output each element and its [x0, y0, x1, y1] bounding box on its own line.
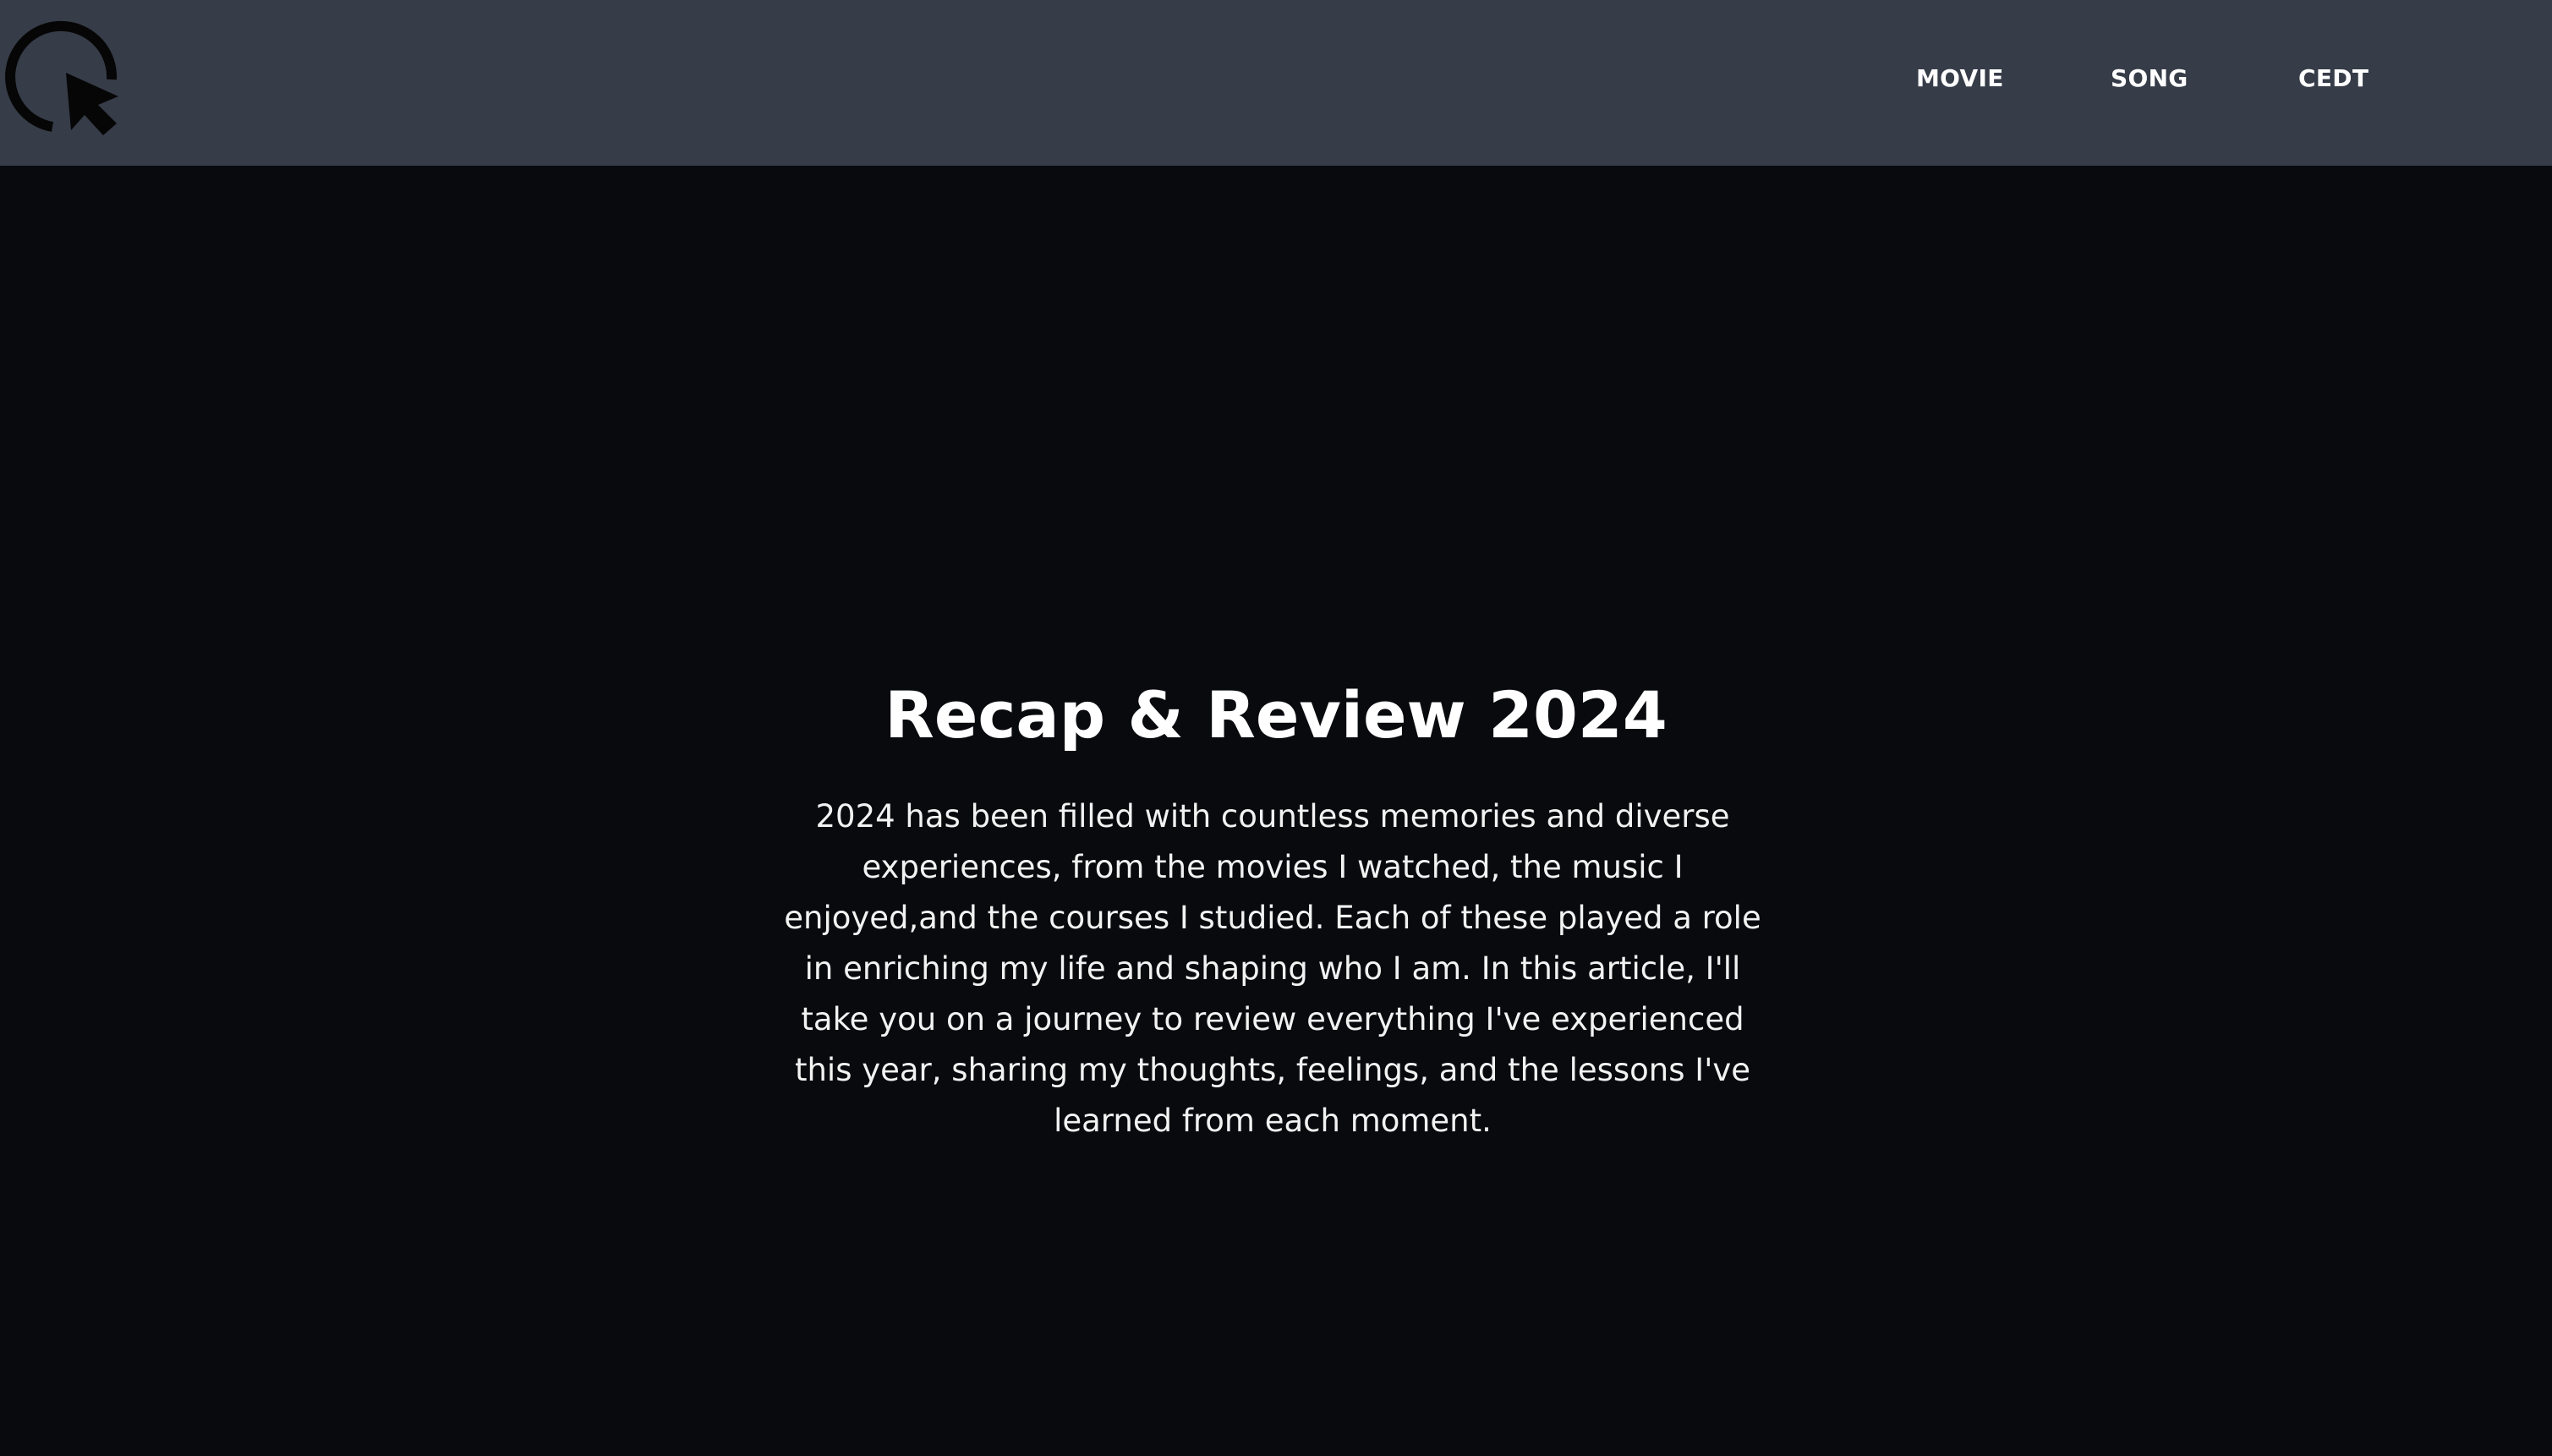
hero-section: Recap & Review 2024 2024 has been filled…: [0, 166, 2552, 1456]
intro-paragraph: 2024 has been filled with countless memo…: [784, 798, 1761, 1139]
page-title: Recap & Review 2024: [884, 677, 1668, 753]
main-nav: MOVIE SONG CEDT: [0, 0, 2552, 157]
nav-link-cedt[interactable]: CEDT: [2298, 64, 2369, 93]
nav-link-movie[interactable]: MOVIE: [1916, 64, 2004, 93]
nav-link-song[interactable]: SONG: [2111, 64, 2188, 93]
top-navbar: MOVIE SONG CEDT: [0, 0, 2552, 166]
